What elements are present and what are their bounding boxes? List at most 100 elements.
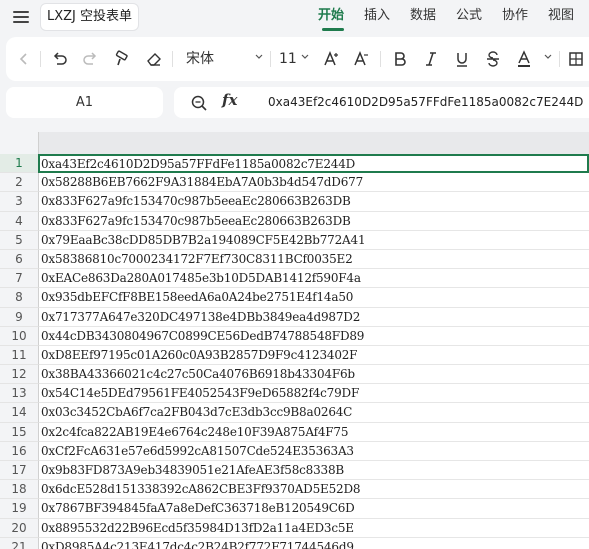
row-number[interactable]: 12 <box>0 365 38 385</box>
cell-a[interactable]: 0x717377A647e320DC497138e4DBb3849ea4d987… <box>38 307 589 327</box>
row-number[interactable]: 16 <box>0 441 38 461</box>
zoom-search-icon[interactable] <box>190 94 208 112</box>
cell-a[interactable]: 0x833F627a9fc153470c987b5eeaEc280663B263… <box>38 211 589 231</box>
table-row: 2 0x58288B6EB7662F9A31884EbA7A0b3b4d547dD… <box>0 173 589 193</box>
cell-a[interactable]: 0x935dbEFCfF8BE158eedA6a0A24be2751E4f14a… <box>38 288 589 308</box>
cell-a[interactable]: 0x6dcE528d151338392cA862CBE3Ff9370AD5E52… <box>38 480 589 500</box>
row-number[interactable]: 3 <box>0 192 38 212</box>
cell-a[interactable]: 0xCf2FcA631e57e6d5992cA81507Cde524E35363… <box>38 441 589 461</box>
row-number[interactable]: 17 <box>0 461 38 481</box>
arrow-left-icon[interactable] <box>12 47 36 71</box>
row-number[interactable]: 5 <box>0 230 38 250</box>
table-row: 12 0x38BA43366021c4c27c50Ca4076B6918b4330… <box>0 365 589 385</box>
font-increase-icon[interactable] <box>320 47 344 71</box>
undo-icon[interactable] <box>48 47 72 71</box>
cell-a[interactable]: 0xa43Ef2c4610D2D95a57FFdFe1185a0082c7E24… <box>38 154 589 174</box>
table-row: 9 0x717377A647e320DC497138e4DBb3849ea4d98… <box>0 307 589 327</box>
row-number[interactable]: 11 <box>0 345 38 366</box>
underline-icon[interactable] <box>450 47 474 71</box>
italic-icon[interactable] <box>419 47 443 71</box>
cell-a[interactable]: 0x7867BF394845faA7a8eDefC363718eB120549C… <box>38 499 589 519</box>
eraser-icon[interactable] <box>142 47 166 71</box>
tab-formula[interactable]: 公式 <box>456 0 502 34</box>
table-row: 3 0x833F627a9fc153470c987b5eeaEc280663B26… <box>0 192 589 212</box>
cell-a[interactable]: 0x2c4fca822AB19E4e6764c248e10F39A875Af4F… <box>38 422 589 442</box>
row-number[interactable]: 8 <box>0 288 38 308</box>
table-row: 15 0x2c4fca822AB19E4e6764c248e10F39A875Af… <box>0 422 589 442</box>
table-row: 1 0xa43Ef2c4610D2D95a57FFdFe1185a0082c7E2… <box>0 154 589 174</box>
cell-a[interactable]: 0x9b83FD873A9eb34839051e21AfeAE3f58c8338… <box>38 461 589 481</box>
row-number[interactable]: 10 <box>0 326 38 346</box>
fx-function-icon[interactable]: fx <box>222 91 237 109</box>
redo-icon[interactable] <box>78 47 102 71</box>
table-row: 16 0xCf2FcA631e57e6d5992cA81507Cde524E353… <box>0 441 589 461</box>
formula-input[interactable]: 0xa43Ef2c4610D2D95a57FFdFe1185a0082c7E24… <box>268 87 583 118</box>
table-row: 20 0x8895532d22B96Ecd5f35984D13fD2a11a4ED… <box>0 518 589 538</box>
cell-a[interactable]: 0x58386810c7000234172F7Ef730C8311BCf0035… <box>38 249 589 270</box>
cell-a[interactable]: 0xD8EEf97195c01A260c0A93B2857D9F9c412340… <box>38 345 589 366</box>
table-row: 11 0xD8EEf97195c01A260c0A93B2857D9F9c4123… <box>0 345 589 366</box>
cell-a[interactable]: 0x38BA43366021c4c27c50Ca4076B6918b43304F… <box>38 365 589 385</box>
table-row: 7 0xEACe863Da280A017485e3b10D5DAB1412f590… <box>0 269 589 289</box>
table-row: 13 0x54C14e5DEd79561FE4052543F9eD65882f4c… <box>0 384 589 404</box>
toolbar: 宋体 11 <box>6 37 589 81</box>
select-all-corner[interactable] <box>0 132 38 154</box>
font-size-select[interactable]: 11 <box>279 47 297 71</box>
toolbar-divider <box>40 51 41 67</box>
font-decrease-icon[interactable] <box>350 47 374 71</box>
cell-a[interactable]: 0x8895532d22B96Ecd5f35984D13fD2a11a4ED3c… <box>38 518 589 538</box>
spreadsheet-grid: 1 0xa43Ef2c4610D2D95a57FFdFe1185a0082c7E2… <box>0 132 589 549</box>
row-number[interactable]: 18 <box>0 480 38 500</box>
formula-bar[interactable]: fx 0xa43Ef2c4610D2D95a57FFdFe1185a0082c7… <box>174 87 589 118</box>
font-name-select[interactable]: 宋体 <box>186 47 214 71</box>
row-number[interactable]: 9 <box>0 307 38 327</box>
font-color-icon[interactable] <box>512 47 536 71</box>
table-row: 21 0xD8985A4c213E417dc4c2B24B2f772F717445… <box>0 537 589 549</box>
row-number[interactable]: 2 <box>0 173 38 193</box>
row-number[interactable]: 6 <box>0 249 38 270</box>
table-row: 6 0x58386810c7000234172F7Ef730C8311BCf003… <box>0 249 589 270</box>
bold-icon[interactable] <box>388 47 412 71</box>
strikethrough-icon[interactable] <box>481 47 505 71</box>
cell-name-box[interactable]: A1 <box>6 87 163 118</box>
column-header-a[interactable] <box>38 132 589 154</box>
cell-a[interactable]: 0xEACe863Da280A017485e3b10D5DAB1412f590F… <box>38 269 589 289</box>
table-row: 19 0x7867BF394845faA7a8eDefC363718eB12054… <box>0 499 589 519</box>
cell-a[interactable]: 0xD8985A4c213E417dc4c2B24B2f772F71744546… <box>38 537 589 549</box>
table-row: 14 0x03c3452CbA6f7ca2FB043d7cE3db3cc9B8a0… <box>0 403 589 423</box>
tab-insert[interactable]: 插入 <box>364 0 410 34</box>
tab-collaborate[interactable]: 协作 <box>502 0 548 34</box>
rows-container: 1 0xa43Ef2c4610D2D95a57FFdFe1185a0082c7E2… <box>0 154 589 549</box>
table-row: 5 0x79EaaBc38cDD85DB7B2a194089CF5E42Bb772… <box>0 230 589 250</box>
table-row: 8 0x935dbEFCfF8BE158eedA6a0A24be2751E4f14… <box>0 288 589 308</box>
row-number[interactable]: 21 <box>0 537 38 549</box>
chevron-down-icon <box>301 54 309 59</box>
toolbar-divider <box>380 51 381 67</box>
border-icon[interactable] <box>564 47 588 71</box>
table-row: 4 0x833F627a9fc153470c987b5eeaEc280663B26… <box>0 211 589 231</box>
table-row: 10 0x44cDB3430804967C0899CE56DedB74788548… <box>0 326 589 346</box>
cell-a[interactable]: 0x833F627a9fc153470c987b5eeaEc280663B263… <box>38 192 589 212</box>
row-number[interactable]: 1 <box>0 154 38 174</box>
format-painter-icon[interactable] <box>110 47 134 71</box>
row-number[interactable]: 20 <box>0 518 38 538</box>
hamburger-menu-icon[interactable] <box>13 8 29 24</box>
row-number[interactable]: 19 <box>0 499 38 519</box>
tab-home[interactable]: 开始 <box>318 0 364 34</box>
tab-data[interactable]: 数据 <box>410 0 456 34</box>
chevron-down-icon <box>255 54 263 59</box>
cell-a[interactable]: 0x54C14e5DEd79561FE4052543F9eD65882f4c79… <box>38 384 589 404</box>
row-number[interactable]: 4 <box>0 211 38 231</box>
document-title[interactable]: LXZJ 空投表单 <box>40 3 140 31</box>
row-number[interactable]: 14 <box>0 403 38 423</box>
cell-a[interactable]: 0x58288B6EB7662F9A31884EbA7A0b3b4d547dD6… <box>38 173 589 193</box>
row-number[interactable]: 15 <box>0 422 38 442</box>
cell-a[interactable]: 0x03c3452CbA6f7ca2FB043d7cE3db3cc9B8a026… <box>38 403 589 423</box>
cell-a[interactable]: 0x44cDB3430804967C0899CE56DedB74788548FD… <box>38 326 589 346</box>
table-row: 17 0x9b83FD873A9eb34839051e21AfeAE3f58c83… <box>0 461 589 481</box>
row-number[interactable]: 13 <box>0 384 38 404</box>
top-bar: LXZJ 空投表单 开始 插入 数据 公式 协作 视图 <box>0 0 589 34</box>
row-number[interactable]: 7 <box>0 269 38 289</box>
cell-a[interactable]: 0x79EaaBc38cDD85DB7B2a194089CF5E42Bb772A… <box>38 230 589 250</box>
tab-view[interactable]: 视图 <box>548 0 589 34</box>
